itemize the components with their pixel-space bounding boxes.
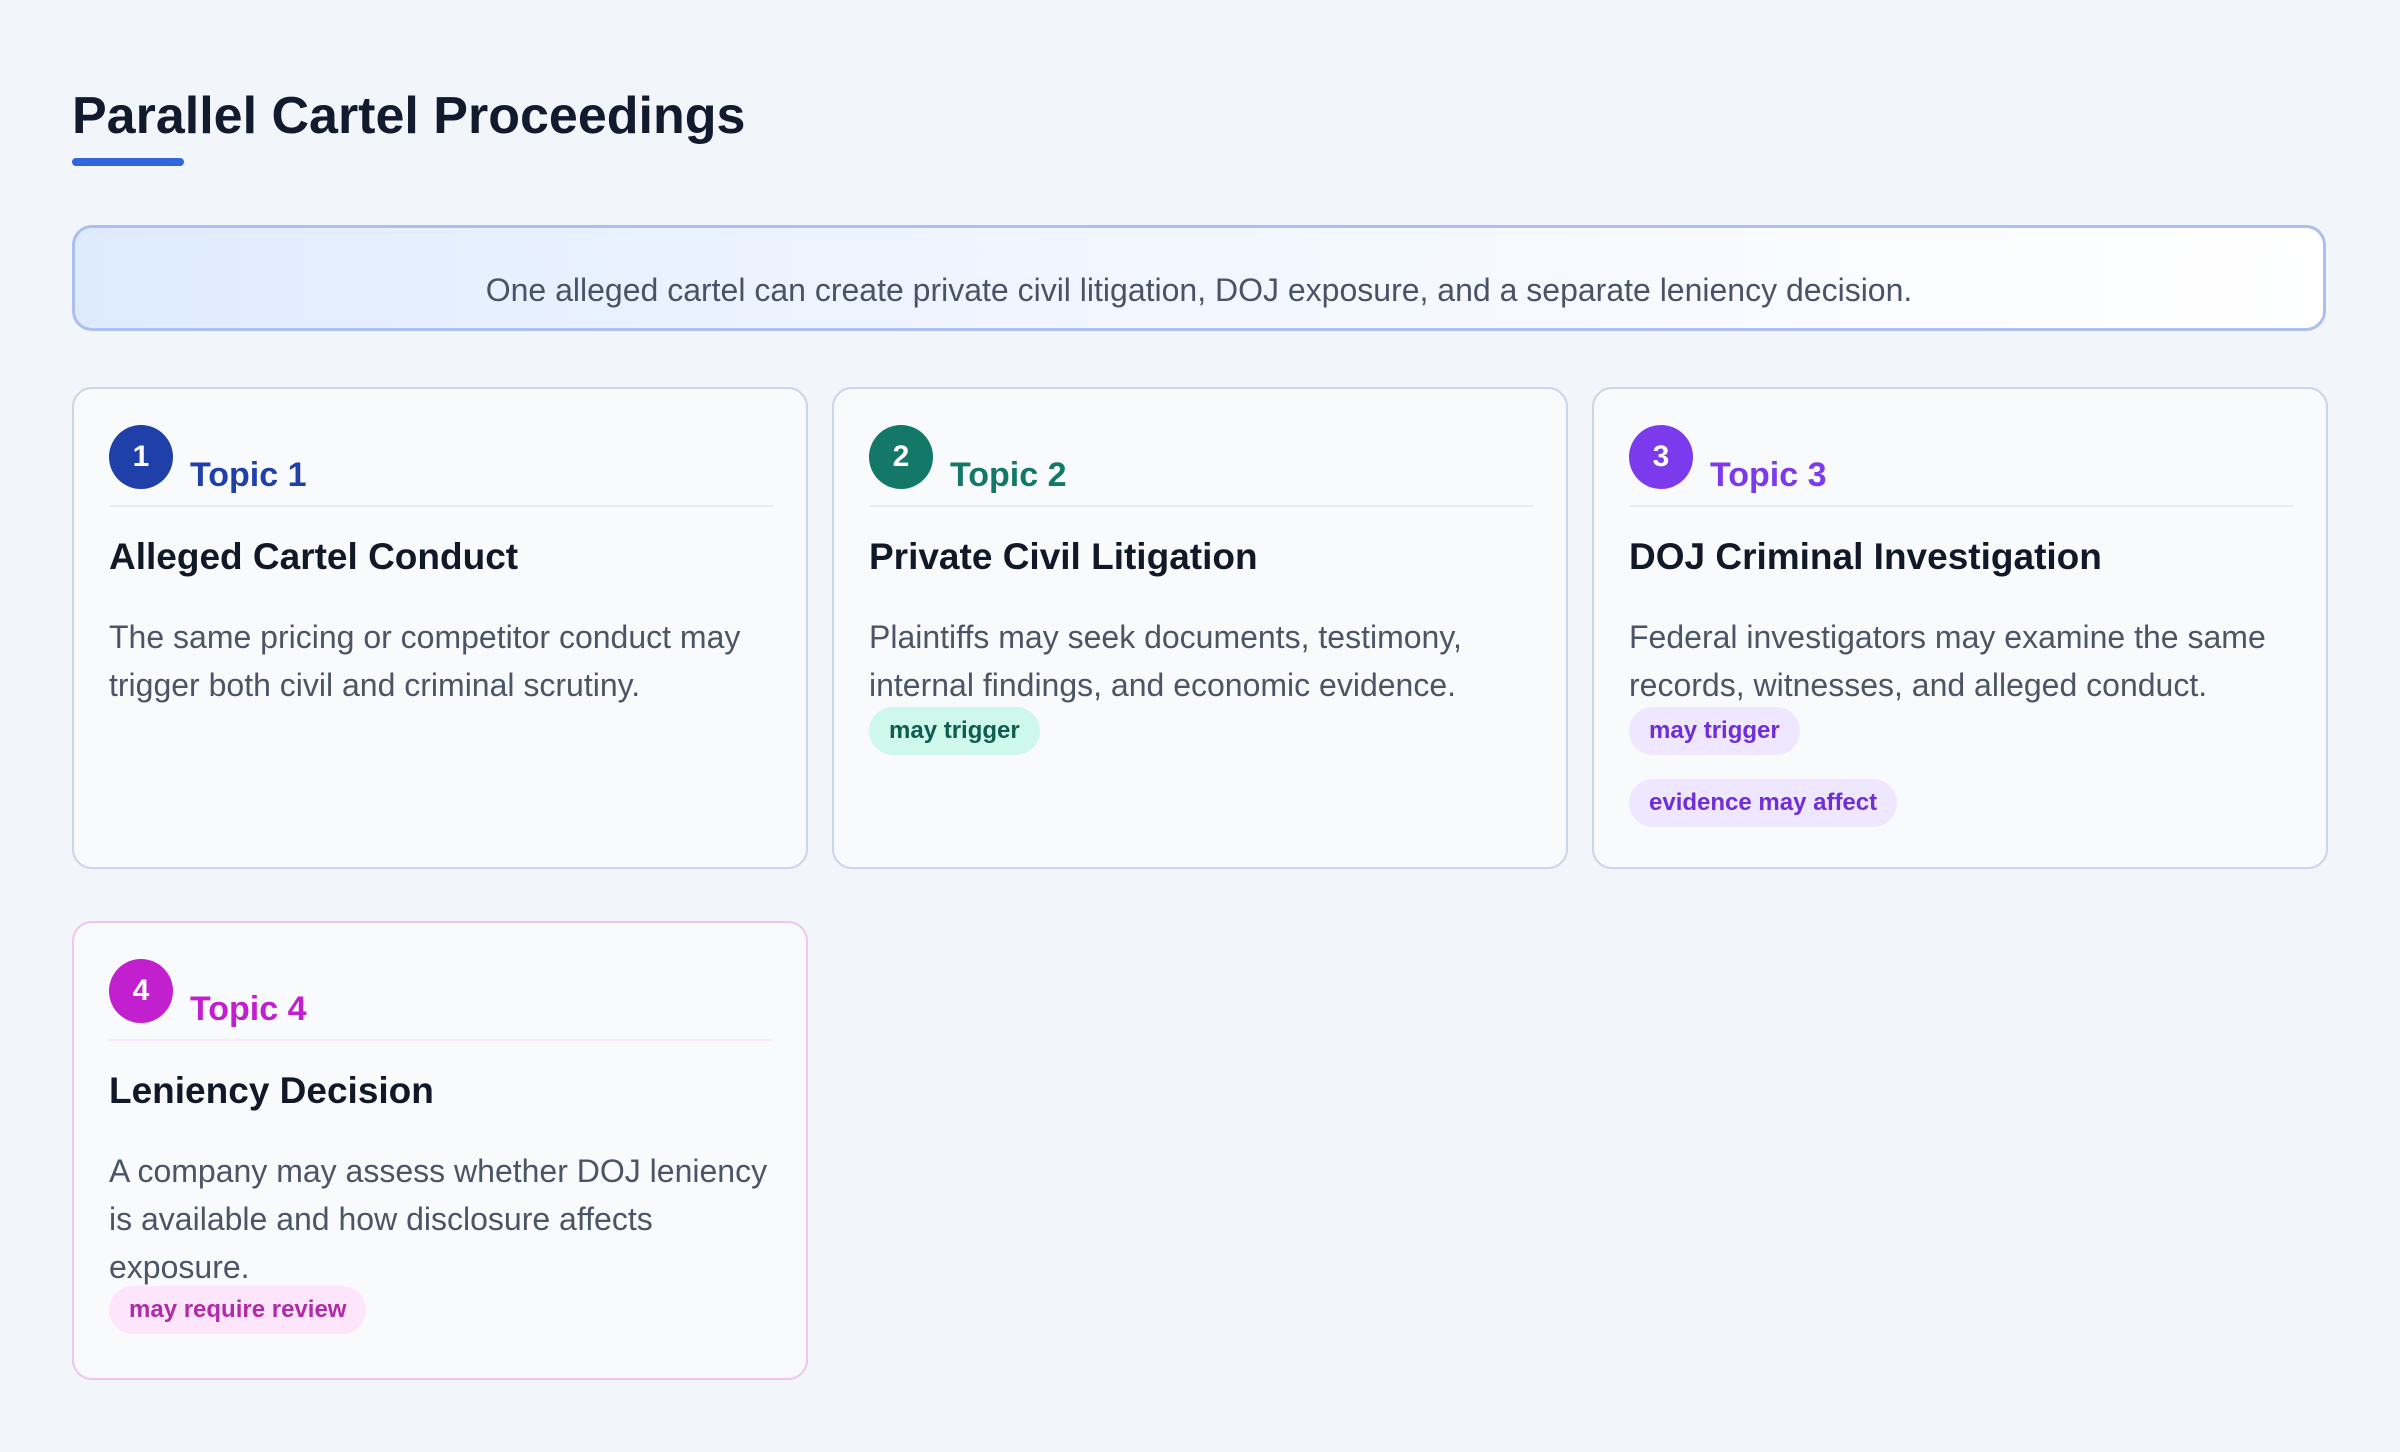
relationship-tag-may-require-review: may require review [109, 1286, 367, 1334]
topic-header-1: 1 Topic 1 [109, 425, 773, 507]
summary-text: One alleged cartel can create private ci… [485, 272, 1913, 308]
summary-banner: One alleged cartel can create private ci… [72, 225, 2326, 331]
topic-number-badge-2: 2 [869, 425, 933, 489]
topic-title-4: Leniency Decision [109, 1070, 434, 1111]
topic-card-4: 4 Topic 4 Leniency Decision A company ma… [72, 921, 808, 1380]
topic-card-1: 1 Topic 1 Alleged Cartel Conduct The sam… [72, 387, 808, 869]
relationship-tag-may-trigger: may trigger [1629, 707, 1800, 755]
topic-header-3: 3 Topic 3 [1629, 425, 2293, 507]
topic-description-3: Federal investigators may examine the sa… [1629, 619, 2266, 703]
topic-description-2: Plaintiffs may seek documents, testimony… [869, 619, 1462, 703]
topic-title-2: Private Civil Litigation [869, 536, 1258, 577]
topic-label-3: Topic 3 [1710, 456, 1827, 494]
relationship-tag-may-trigger: may trigger [869, 707, 1040, 755]
topic-label-1: Topic 1 [190, 456, 307, 494]
relationship-tag-evidence-may-affect: evidence may affect [1629, 779, 1898, 827]
page-title: Parallel Cartel Proceedings [72, 87, 746, 145]
topic-title-3: DOJ Criminal Investigation [1629, 536, 2102, 577]
topic-description-4: A company may assess whether DOJ lenienc… [109, 1153, 768, 1285]
topic-card-2: 2 Topic 2 Private Civil Litigation Plain… [832, 387, 1568, 869]
topic-description-1: The same pricing or competitor conduct m… [109, 619, 741, 703]
diagram-page: Parallel Cartel Proceedings One alleged … [0, 0, 2400, 1452]
topic-number-badge-4: 4 [109, 959, 173, 1023]
topic-header-2: 2 Topic 2 [869, 425, 1533, 507]
topic-card-3: 3 Topic 3 DOJ Criminal Investigation Fed… [1592, 387, 2328, 869]
title-underline [72, 158, 184, 166]
topic-header-4: 4 Topic 4 [109, 959, 773, 1041]
topic-label-2: Topic 2 [950, 456, 1067, 494]
topic-label-4: Topic 4 [190, 990, 307, 1028]
topic-number-badge-3: 3 [1629, 425, 1693, 489]
topic-number-badge-1: 1 [109, 425, 173, 489]
topic-title-1: Alleged Cartel Conduct [109, 536, 519, 577]
